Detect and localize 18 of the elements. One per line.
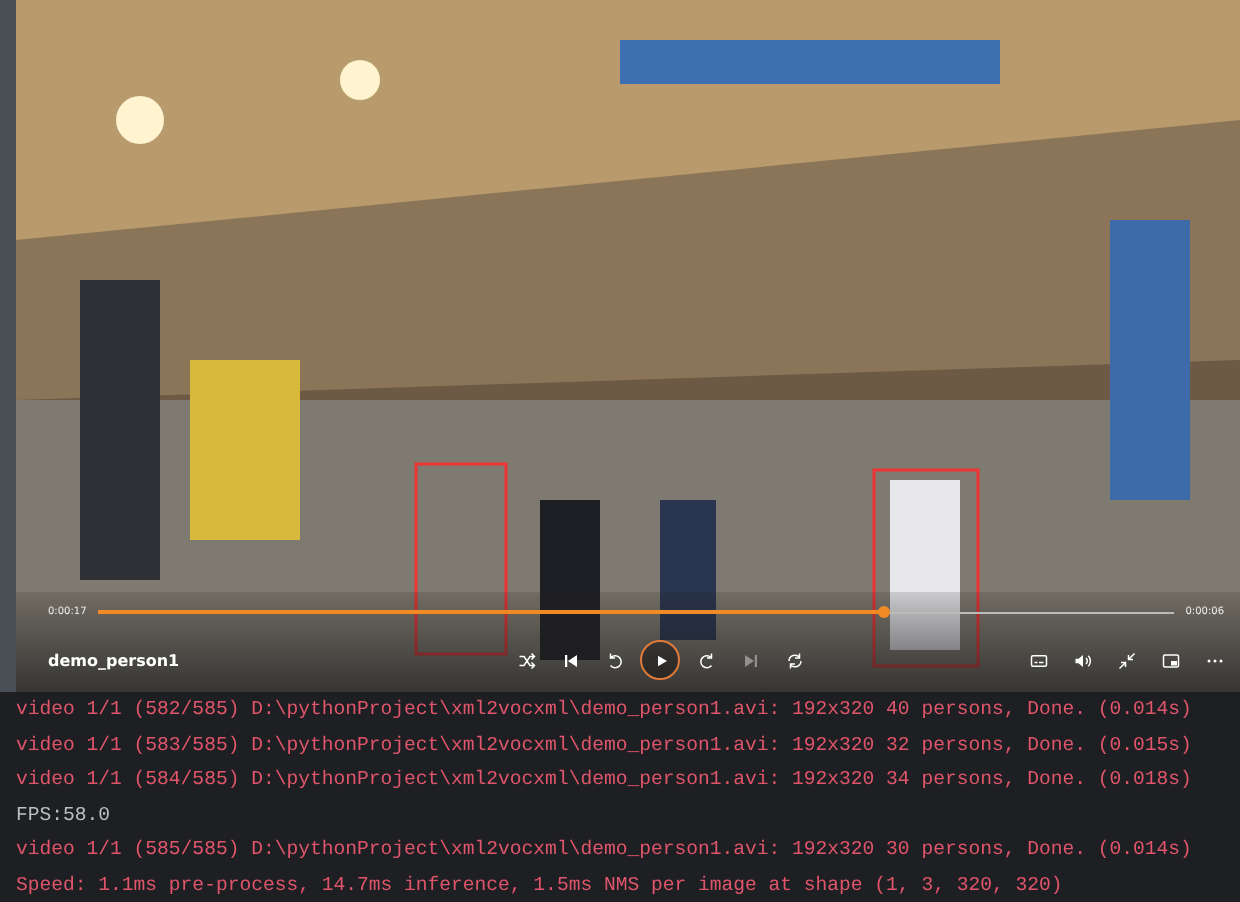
next-icon [741, 651, 759, 669]
console-line: video 1/1 (582/585) D:\pythonProject\xml2vocxml\demo_person1.avi: 192x320 40 persons, Done. (0.014s) [16, 696, 1194, 724]
console-line: FPS:58.0 [16, 801, 113, 829]
repeat-icon [785, 651, 803, 669]
play-button[interactable] [640, 640, 680, 680]
video-title: demo_person1 [48, 651, 182, 669]
mini-player-icon [1161, 651, 1179, 669]
console-line: video 1/1 (583/585) D:\pythonProject\xml2vocxml\demo_person1.avi: 192x320 32 persons, Done. (0.015s) [16, 731, 1194, 759]
shuffle-icon [517, 651, 535, 669]
rewind-icon [605, 651, 623, 669]
forward-icon [697, 651, 715, 669]
captions-icon [1029, 651, 1047, 669]
console-line: video 1/1 (584/585) D:\pythonProject\xml2vocxml\demo_person1.avi: 192x320 34 persons, Done. (0.018s) [16, 766, 1194, 794]
previous-icon [561, 651, 579, 669]
console-line: Speed: 1.1ms pre-process, 14.7ms inference, 1.5ms NMS per image at shape (1, 3, 320, 320) [16, 871, 1065, 899]
collapse-icon [1117, 651, 1135, 669]
console-line: video 1/1 (585/585) D:\pythonProject\xml2vocxml\demo_person1.avi: 192x320 30 persons, Done. (0.014s) [16, 836, 1194, 864]
volume-icon [1073, 651, 1091, 669]
